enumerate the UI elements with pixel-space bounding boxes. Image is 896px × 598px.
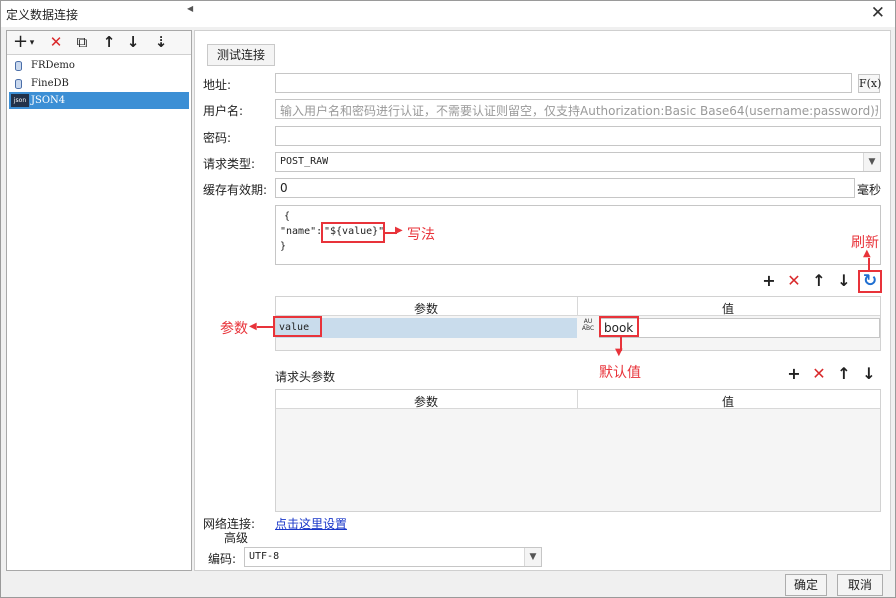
delete-icon[interactable]: ✕ [47,33,65,53]
username-input[interactable]: 输入用户名和密码进行认证，不需要认证则留空，仅支持Authorization:B… [275,99,881,119]
table-row[interactable]: value A̲U ABC book [276,318,880,338]
delete-header-icon[interactable]: ✕ [809,364,829,384]
encoding-select[interactable]: UTF-8 ▼ [244,547,542,567]
datasource-item-finedb[interactable]: FineDB [9,75,189,92]
annotation-box-default-value [599,316,639,337]
test-connection-button[interactable]: 测试连接 [207,44,275,66]
headers-table-header: 参数 值 [276,390,880,409]
database-icon [15,61,22,71]
annotation-box-syntax [321,222,385,243]
refresh-icon[interactable]: ↻ [860,271,880,291]
param-value-cell[interactable]: book [599,318,880,338]
move-param-down-icon[interactable]: ↓ [834,271,854,291]
move-up-icon[interactable]: ↑ [101,33,117,53]
type-abc-icon[interactable]: A̲U ABC [577,318,599,338]
request-headers-label: 请求头参数 [275,370,336,384]
datasource-toolbar: + ▾ ✕ ⧉ ↑ ↓ ⇣ [7,31,191,55]
advanced-label: 高级 [224,531,249,545]
column-header-param: 参数 [414,395,439,409]
column-header-param: 参数 [414,302,439,316]
add-param-icon[interactable]: + [759,271,779,291]
request-type-label: 请求类型: [203,157,256,171]
database-icon [15,79,22,89]
arrow-head-icon: ▲ [863,248,871,259]
encoding-label: 编码: [208,552,237,566]
column-header-value: 值 [722,302,735,316]
annotation-default-value: 默认值 [599,365,641,381]
move-header-down-icon[interactable]: ↓ [859,364,879,384]
address-label: 地址: [203,78,232,92]
dialog-window: 定义数据连接 ✕ + ▾ ✕ ⧉ ↑ ↓ ⇣ FRDemo FineDB jso… [0,0,896,598]
datasource-name: FRDemo [31,60,75,71]
move-header-up-icon[interactable]: ↑ [834,364,854,384]
address-input[interactable] [275,73,852,93]
request-type-select[interactable]: POST_RAW ▼ [275,152,881,172]
arrow-head-icon: ▼ [615,347,623,358]
headers-table: 参数 值 [275,389,881,512]
dialog-footer: 确定 取消 [1,571,895,598]
params-table-header: 参数 值 [276,297,880,316]
params-table: 参数 值 value A̲U ABC book [275,296,881,351]
annotation-box-param [273,316,322,337]
arrow-head-icon: ▶ [395,225,403,236]
move-param-up-icon[interactable]: ↑ [809,271,829,291]
annotation-param: 参数 [220,321,248,337]
network-settings-link[interactable]: 点击这里设置 [275,515,347,532]
datasource-item-json4[interactable]: json JSON4 [9,92,189,109]
move-down-icon[interactable]: ↓ [125,33,141,53]
cancel-button[interactable]: 取消 [837,574,883,596]
json-icon: json [11,94,29,107]
window-title: 定义数据连接 [6,8,79,22]
chevron-down-icon[interactable]: ▼ [524,548,541,566]
cache-label: 缓存有效期: [203,183,268,197]
password-input[interactable] [275,126,881,146]
delete-param-icon[interactable]: ✕ [784,271,804,291]
datasource-list-panel: + ▾ ✕ ⧉ ↑ ↓ ⇣ FRDemo FineDB json JSON4 [6,30,192,571]
datasource-item-frdemo[interactable]: FRDemo [9,57,189,74]
add-dropdown-icon[interactable]: ▾ [27,38,37,58]
sort-icon[interactable]: ⇣ [152,33,170,53]
ok-button[interactable]: 确定 [785,574,827,596]
datasource-name: FineDB [31,78,69,89]
arrow-head-icon: ◀ [249,321,257,332]
chevron-down-icon[interactable]: ▼ [863,153,880,171]
column-header-value: 值 [722,395,735,409]
copy-icon[interactable]: ⧉ [73,33,91,53]
username-label: 用户名: [203,104,244,118]
collapse-arrow-icon[interactable]: ◀ [187,4,193,13]
annotation-syntax: 写法 [407,227,435,243]
formula-button[interactable]: F(x) [858,74,881,93]
datasource-name: JSON4 [31,95,66,106]
cache-unit: 毫秒 [857,183,882,197]
add-header-icon[interactable]: + [784,364,804,384]
annotation-arrow [257,326,273,328]
close-icon[interactable]: ✕ [871,3,885,23]
add-icon[interactable]: + [13,33,28,53]
password-label: 密码: [203,131,232,145]
cache-input[interactable]: 0 [275,178,855,198]
title-bar: 定义数据连接 ✕ [1,1,895,27]
